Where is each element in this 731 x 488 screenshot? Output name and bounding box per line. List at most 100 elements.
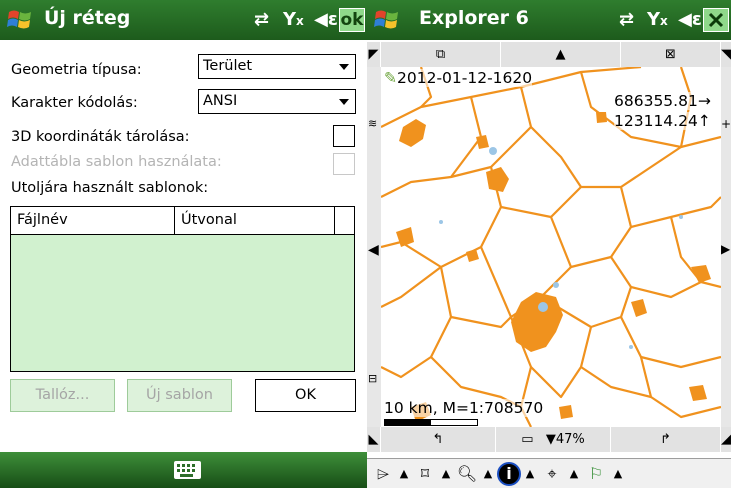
column-header-path[interactable]: Útvonal [175,207,335,235]
water-body [439,220,443,224]
settlement-area [476,135,489,149]
chevron-up-icon[interactable]: ▲ [481,462,495,486]
arrow-east-icon: → [697,92,711,110]
ok-titlebar-button[interactable]: ok [339,8,365,32]
map-left-toolbar: ≋ ◀ ⊟ [367,67,381,427]
pan-north-button[interactable]: ▲ [501,42,621,67]
encoding-select[interactable]: ANSI [198,89,356,114]
settlement-area [486,167,509,192]
encoding-value: ANSI [203,93,238,109]
chevron-up-icon[interactable]: ▲ [523,462,537,486]
template-table-checkbox[interactable] [333,153,355,175]
water-body [679,215,683,219]
back-button[interactable]: ↰ [381,427,496,452]
map-timestamp: ✎2012-01-12-1620 [384,69,533,87]
chevron-down-icon [339,99,349,105]
arrow-forward-icon: ↱ [660,432,671,447]
new-layer-window: Új réteg ⇄ Yx ◀ε ok Geometria típusa: Te… [0,0,367,488]
boundary-line [500,146,682,219]
map-canvas[interactable]: ✎2012-01-12-1620 686355.81→ 123114.24↑ 1… [381,67,721,427]
coordinate-x-readout: 686355.81→ [614,92,711,110]
settlement-area [396,227,414,247]
zoom-level-value: 47% [555,432,585,447]
pan-west-button[interactable]: ◀ [368,242,379,258]
zoom-icon[interactable]: 🔍︎ [455,462,479,486]
coords3d-checkbox[interactable] [333,125,355,147]
settlement-area [596,112,607,123]
close-icon [708,12,724,28]
forward-button[interactable]: ↱ [611,427,721,452]
keyboard-icon[interactable] [174,461,201,479]
scale-label: 10 km, M=1:708570 [384,399,544,417]
pointer-tool-icon[interactable]: ⌲ [371,462,395,486]
info-icon[interactable]: i [497,462,521,486]
zoom-tool-button[interactable]: ⧉ [381,42,501,67]
arrow-up-icon: ▲ [555,47,566,62]
chevron-up-icon[interactable]: ▲ [611,462,625,486]
water-body [538,302,548,312]
boundary-line [580,366,652,399]
browse-button[interactable]: Tallóz... [10,379,115,412]
battery-icon: ▭ [521,432,534,447]
zoom-level-button[interactable]: ▭ ▼47% [496,427,611,452]
recent-templates-label: Utoljára használt sablonok: [11,180,209,196]
geometry-type-value: Terület [203,58,253,74]
title-bar: Új réteg ⇄ Yx ◀ε ok [0,0,367,40]
pencil-icon: ✎ [384,69,397,87]
layers-icon[interactable]: ≋ [368,117,377,130]
water-body [489,147,497,155]
pan-southwest-button[interactable]: ◣ [367,427,381,452]
tool-bar: ⌲ ▲ ⌑ ▲ 🔍︎ ▲ i ▲ ⌖ ▲ ⚐ ▲ [367,458,731,488]
boundary-line [620,316,721,369]
window-title: Explorer 6 [419,7,529,29]
chevron-up-icon[interactable]: ▲ [397,462,411,486]
map-right-toolbar: + ▶ [721,67,731,427]
pan-southeast-button[interactable]: ◢ [721,427,731,452]
boundary-line [630,196,721,229]
gps-icon[interactable]: ⌖ [539,462,565,486]
boundary-line [519,86,582,188]
boundary-line [630,280,721,299]
boundary-line [549,186,633,269]
signal-off-icon: Yx [283,9,304,30]
measure-icon[interactable]: ⌑ [413,462,437,486]
chevron-up-icon[interactable]: ▲ [567,462,581,486]
water-body [629,345,633,349]
boundary-line [381,266,453,379]
table-icon[interactable]: ⊟ [368,372,377,385]
column-header-filler [335,207,354,235]
template-table-label: Adattábla sablon használata: [11,154,222,170]
chevron-up-icon[interactable]: ▲ [439,462,453,486]
settlement-area [631,299,647,317]
edit-layer-icon[interactable]: ⚐ [583,462,609,486]
geometry-type-select[interactable]: Terület [198,54,356,79]
coords3d-label: 3D koordináták tárolása: [11,129,190,145]
new-template-button[interactable]: Új sablon [127,379,232,412]
column-header-filename[interactable]: Fájlnév [11,207,175,235]
windows-start-icon[interactable] [7,8,33,32]
window-title: Új réteg [44,7,131,29]
windows-start-icon[interactable] [374,8,400,32]
chevron-down-icon [339,64,349,70]
chevron-down-icon: ▼ [545,432,556,447]
recent-templates-table[interactable]: Fájlnév Útvonal [10,206,355,372]
explorer-window: Explorer 6 ⇄ Yx ◀ε ◤ ⧉ ▲ ⊠ ◥ ≋ ◀ ⊟ + ▶ ✎… [367,0,731,488]
full-extent-button[interactable]: ⊠ [621,42,721,67]
settlement-area [689,385,707,401]
boundary-line [450,315,512,329]
crosshair-icon[interactable]: + [721,117,731,131]
close-button[interactable] [703,8,729,32]
map-top-toolbar: ◤ ⧉ ▲ ⊠ ◥ [367,42,731,67]
connectivity-icon: ⇄ [254,9,270,30]
arrow-north-icon: ↑ [697,112,711,130]
coordinate-y-readout: 123114.24↑ [614,112,711,130]
map-bottom-toolbar: ◣ ↰ ▭ ▼47% ↱ ◢ [367,427,731,452]
settlement-area [466,249,479,262]
pan-northeast-button[interactable]: ◥ [721,42,731,67]
arrow-back-icon: ↰ [432,432,444,447]
volume-icon[interactable]: ◀ε [314,8,338,32]
pan-northwest-button[interactable]: ◤ [367,42,381,67]
volume-icon[interactable]: ◀ε [678,8,702,32]
pan-east-button[interactable]: ▶ [721,242,730,256]
ok-button[interactable]: OK [255,379,356,412]
